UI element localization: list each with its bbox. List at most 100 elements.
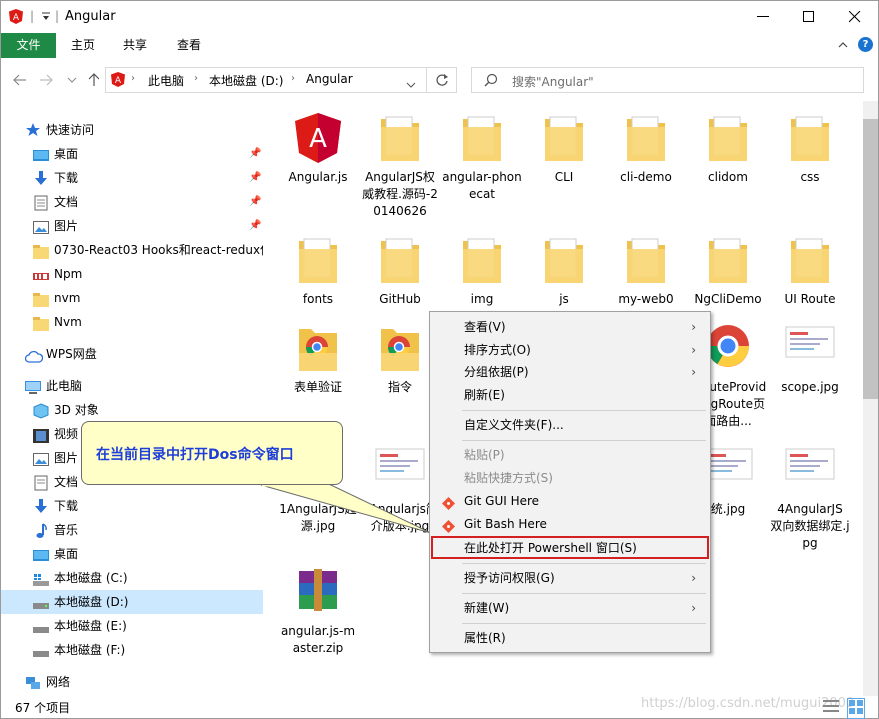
help-icon[interactable]: ? xyxy=(858,37,873,52)
document-icon xyxy=(33,475,49,491)
nav-item-downloads[interactable]: 下载 📌 xyxy=(1,166,263,190)
address-dropdown-icon[interactable] xyxy=(406,77,416,91)
search-input[interactable]: 搜索"Angular" xyxy=(471,67,864,93)
menu-item-git-gui[interactable]: Git GUI Here xyxy=(432,490,708,512)
file-name: scope.jpg xyxy=(781,380,839,394)
file-item[interactable]: css xyxy=(770,113,850,186)
file-item[interactable]: angular-phonecat xyxy=(442,113,522,203)
forward-arrow-icon[interactable] xyxy=(37,71,55,89)
file-item[interactable]: AngularJS权威教程.源码-20140626 xyxy=(360,113,440,220)
file-item[interactable]: NgCliDemo xyxy=(688,235,768,308)
file-name: my-web0 xyxy=(618,292,674,306)
menu-item-label: 刷新(E) xyxy=(464,388,505,402)
nav-item-downloads-pc[interactable]: 下载 xyxy=(1,494,263,518)
pin-icon: 📌 xyxy=(249,220,262,231)
nav-label: 下载 xyxy=(54,171,79,185)
breadcrumb-angular[interactable]: Angular xyxy=(306,72,353,86)
nav-label: 桌面 xyxy=(54,147,79,161)
tab-file[interactable]: 文件 xyxy=(1,33,56,58)
menu-item-refresh[interactable]: 刷新(E) xyxy=(432,384,708,406)
minimize-button[interactable] xyxy=(740,1,786,32)
close-button[interactable] xyxy=(832,1,878,32)
nav-label: WPS网盘 xyxy=(46,347,97,361)
file-item[interactable]: 指令 xyxy=(360,323,440,396)
file-item[interactable]: fonts xyxy=(278,235,358,308)
nav-item-pictures[interactable]: 图片 📌 xyxy=(1,214,263,238)
nav-item-react-folder[interactable]: 0730-React03 Hooks和react-redux使 xyxy=(1,238,263,262)
nav-item-drive-d[interactable]: 本地磁盘 (D:) xyxy=(1,590,263,614)
expand-ribbon-icon[interactable] xyxy=(837,39,849,54)
nav-item-drive-e[interactable]: 本地磁盘 (E:) xyxy=(1,614,263,638)
menu-item-properties[interactable]: 属性(R) xyxy=(432,627,708,649)
maximize-button[interactable] xyxy=(786,1,832,32)
document-icon xyxy=(33,195,49,211)
file-name: UI Route xyxy=(784,292,836,306)
tab-share[interactable]: 共享 xyxy=(113,33,157,58)
nav-item-drive-f[interactable]: 本地磁盘 (F:) xyxy=(1,638,263,662)
nav-quick-access[interactable]: 快速访问 xyxy=(1,118,263,142)
menu-separator xyxy=(462,563,706,564)
quick-access-dropdown-icon[interactable] xyxy=(41,11,51,25)
menu-item-paste[interactable]: 粘贴(P) xyxy=(432,444,708,466)
large-icons-view-icon[interactable] xyxy=(847,698,865,719)
file-item[interactable]: my-web0 xyxy=(606,235,686,308)
nav-item-npm[interactable]: Npm xyxy=(1,262,263,286)
scrollbar-thumb[interactable] xyxy=(863,119,878,399)
breadcrumb-drive-d[interactable]: 本地磁盘 (D:) xyxy=(209,72,283,89)
menu-item-view[interactable]: 查看(V) › xyxy=(432,316,708,338)
nav-wps-drive[interactable]: WPS网盘 xyxy=(1,342,263,366)
recent-dropdown-icon[interactable] xyxy=(63,71,81,89)
menu-item-label: 分组依据(P) xyxy=(464,365,529,379)
folder-icon xyxy=(456,235,508,287)
file-item[interactable]: CLI xyxy=(524,113,604,186)
menu-item-group-by[interactable]: 分组依据(P) › xyxy=(432,361,708,383)
file-item[interactable]: 表单验证 xyxy=(278,323,358,396)
folder-icon xyxy=(33,243,49,259)
nav-item-nvm[interactable]: nvm xyxy=(1,286,263,310)
file-item[interactable]: UI Route xyxy=(770,235,850,308)
details-view-icon[interactable] xyxy=(823,699,839,716)
nav-item-music[interactable]: 音乐 xyxy=(1,518,263,542)
file-item[interactable]: clidom xyxy=(688,113,768,186)
address-bar[interactable]: A › 此电脑 › 本地磁盘 (D:) › Angular xyxy=(105,67,427,93)
up-arrow-icon[interactable] xyxy=(85,71,103,89)
file-item[interactable]: GitHub xyxy=(360,235,440,308)
folder-icon xyxy=(784,235,836,287)
file-item[interactable]: scope.jpg xyxy=(770,323,850,396)
file-item[interactable]: 4AngularJS 双向数据绑定.jpg xyxy=(770,445,850,552)
nav-this-pc[interactable]: 此电脑 xyxy=(1,374,263,398)
breadcrumb-this-pc[interactable]: 此电脑 xyxy=(148,72,184,89)
menu-item-give-access[interactable]: 授予访问权限(G) › xyxy=(432,567,708,589)
file-item[interactable]: angular.js-master.zip xyxy=(278,567,358,657)
nav-network[interactable]: 网络 xyxy=(1,670,263,694)
file-name: CLI xyxy=(554,170,574,184)
back-arrow-icon[interactable] xyxy=(11,71,29,89)
nav-label: 0730-React03 Hooks和react-redux使 xyxy=(54,243,263,257)
nav-item-documents[interactable]: 文档 📌 xyxy=(1,190,263,214)
file-item[interactable]: cli-demo xyxy=(606,113,686,186)
file-name: cli-demo xyxy=(620,170,672,184)
menu-item-paste-shortcut[interactable]: 粘贴快捷方式(S) xyxy=(432,467,708,489)
menu-item-new[interactable]: 新建(W) › xyxy=(432,597,708,619)
download-arrow-icon xyxy=(33,499,49,513)
nav-item-desktop[interactable]: 桌面 📌 xyxy=(1,142,263,166)
pin-icon: 📌 xyxy=(249,148,262,159)
nav-item-nvm-2[interactable]: Nvm xyxy=(1,310,263,334)
refresh-button[interactable] xyxy=(427,67,457,93)
breadcrumb-chevron-icon: › xyxy=(131,73,135,84)
image-icon xyxy=(784,323,836,375)
menu-item-sort-by[interactable]: 排序方式(O) › xyxy=(432,339,708,361)
npm-icon xyxy=(33,267,49,281)
menu-item-git-bash[interactable]: Git Bash Here xyxy=(432,513,708,535)
file-item[interactable]: js xyxy=(524,235,604,308)
nav-item-drive-c[interactable]: 本地磁盘 (C:) xyxy=(1,566,263,590)
powershell-highlight-box xyxy=(431,536,709,559)
file-item[interactable]: img xyxy=(442,235,522,308)
nav-item-3d-objects[interactable]: 3D 对象 xyxy=(1,398,263,422)
nav-item-desktop-pc[interactable]: 桌面 xyxy=(1,542,263,566)
file-item[interactable]: A Angular.js xyxy=(278,113,358,186)
menu-item-customize-folder[interactable]: 自定义文件夹(F)... xyxy=(432,414,708,436)
folder-icon xyxy=(702,235,754,287)
tab-view[interactable]: 查看 xyxy=(165,33,213,58)
tab-home[interactable]: 主页 xyxy=(59,33,107,58)
